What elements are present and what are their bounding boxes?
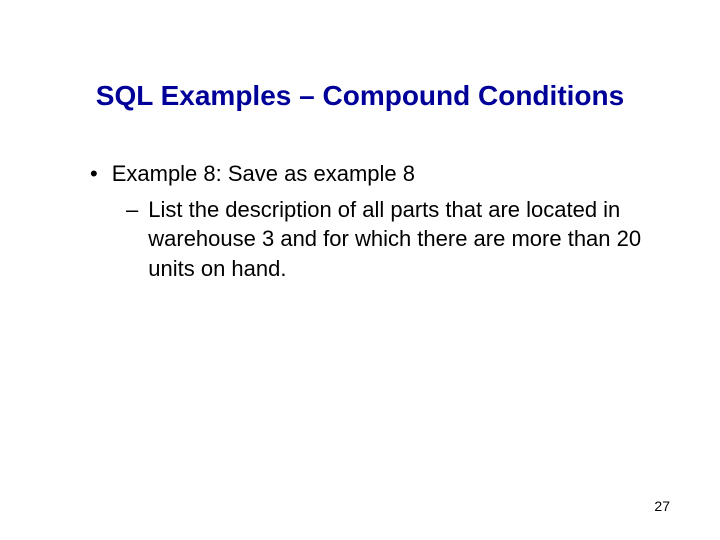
bullet1-text: Example 8: Save as example 8 bbox=[112, 160, 415, 189]
slide-body: • Example 8: Save as example 8 – List th… bbox=[60, 160, 660, 284]
slide-title: SQL Examples – Compound Conditions bbox=[60, 80, 660, 112]
bullet2-text: List the description of all parts that a… bbox=[148, 195, 650, 284]
page-number: 27 bbox=[654, 498, 670, 514]
bullet-marker-icon: • bbox=[90, 160, 98, 189]
subbullet-marker-icon: – bbox=[126, 195, 138, 225]
bullet-level2: – List the description of all parts that… bbox=[90, 195, 650, 284]
slide-container: SQL Examples – Compound Conditions • Exa… bbox=[0, 0, 720, 540]
bullet-level1: • Example 8: Save as example 8 bbox=[90, 160, 660, 189]
